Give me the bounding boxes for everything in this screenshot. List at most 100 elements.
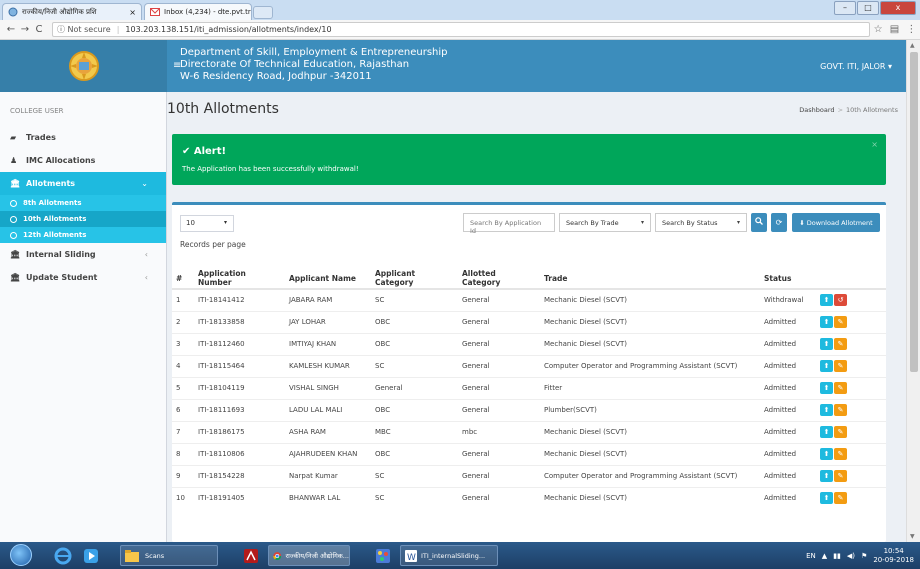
edit-button[interactable]: ✎ [834,426,847,438]
paint-icon[interactable] [372,545,394,566]
cell-applicant-name: LADU LAL MALI [285,398,371,421]
cell-row-number: 6 [172,398,194,421]
cell-allotted-category: General [458,464,540,487]
tab-close-icon[interactable]: × [125,8,136,17]
close-window-button[interactable]: x [880,1,916,15]
logo[interactable] [0,40,167,92]
edit-button[interactable]: ✎ [834,448,847,460]
upload-button[interactable]: ⬆ [820,470,833,482]
upload-button[interactable]: ⬆ [820,316,833,328]
edit-button[interactable]: ✎ [834,492,847,505]
alert-message: The Application has been successfully wi… [182,165,359,173]
taskbar-task-word[interactable]: W ITI_internalSliding... [400,545,498,566]
tray-expand-icon[interactable]: ▲ [822,552,827,560]
taskbar-task-chrome[interactable]: राज्कीय/निजी औद्योगिक... [268,545,350,566]
edit-button[interactable]: ✎ [834,360,847,372]
maximize-button[interactable]: □ [857,1,879,15]
acrobat-icon[interactable] [240,545,262,566]
menu-icon[interactable]: ⋮ [906,24,916,35]
upload-button[interactable]: ⬆ [820,338,833,350]
cell-application-number: ITI-18111693 [194,398,285,421]
scroll-down-icon[interactable]: ▼ [910,533,915,540]
upload-button[interactable]: ⬆ [820,360,833,372]
table-row: 4 ITI-18115464 KAMLESH KUMAR SC General Compu… [172,354,886,377]
user-menu-dropdown[interactable]: GOVT. ITI, JALOR ▾ [820,62,892,71]
upload-button[interactable]: ⬆ [820,382,833,394]
institution-icon: 🏛 [10,250,21,259]
url-input[interactable]: ⓘ Not secure | 103.203.138.151/iti_admis… [52,22,870,37]
allotments-table: # Application Number Applicant Name Appl… [172,268,886,509]
back-icon[interactable]: ← [4,24,18,35]
reload-icon[interactable]: C [32,24,46,35]
extension-icon[interactable]: ▤ [890,24,899,35]
media-player-icon[interactable] [80,545,102,566]
search-trade-select[interactable]: Search By Trade ▾ [559,213,651,232]
scrollbar-thumb[interactable] [910,52,918,372]
clock-time: 10:54 [883,546,904,555]
forward-icon[interactable]: → [18,24,32,35]
taskbar-task-scans[interactable]: Scans [120,545,218,566]
sidebar-item-internal-sliding[interactable]: 🏛 Internal Sliding ‹ [0,243,166,266]
cell-applicant-name: IMTIYAJ KHAN [285,332,371,355]
palette-icon [376,548,390,563]
upload-button[interactable]: ⬆ [820,294,833,307]
undo-withdrawal-button[interactable]: ↺ [834,294,847,307]
cell-actions: ⬆ ↺ [816,288,886,311]
edit-button[interactable]: ✎ [834,316,847,328]
search-status-select[interactable]: Search By Status ▾ [655,213,747,232]
breadcrumb-current: 10th Allotments [846,106,898,114]
flag-icon[interactable]: ⚑ [861,552,867,560]
ie-icon[interactable] [52,545,74,566]
minimize-button[interactable]: – [834,1,856,15]
cell-trade: Mechanic Diesel (SCVT) [540,442,760,465]
sidebar-subitem-10th-allotments[interactable]: 10th Allotments [0,211,166,227]
tab-title: Inbox (4,234) - dte.pvt.tra [164,8,252,16]
network-icon[interactable]: ▮▮ [833,552,841,560]
page-length-select[interactable]: 10 ▾ [180,215,234,232]
alert-close-icon[interactable]: × [871,140,878,149]
breadcrumb-dashboard[interactable]: Dashboard [799,106,834,114]
sidebar-subitem-8th-allotments[interactable]: 8th Allotments [0,195,166,211]
upload-button[interactable]: ⬆ [820,492,833,505]
browser-tab-iti[interactable]: राज्कीय/निजी औद्योगिक प्रशि × [2,3,142,20]
sidebar-item-trades[interactable]: ▰ Trades [0,126,166,149]
sidebar-item-update-student[interactable]: 🏛 Update Student ‹ [0,266,166,289]
start-button[interactable] [10,544,32,566]
cell-row-number: 3 [172,332,194,355]
search-button[interactable] [751,213,767,232]
edit-button[interactable]: ✎ [834,470,847,482]
cell-applicant-category: SC [371,288,458,311]
upload-button[interactable]: ⬆ [820,426,833,438]
sidebar-item-allotments[interactable]: 🏛 Allotments ⌄ [0,172,166,195]
star-icon[interactable]: ☆ [874,24,883,35]
breadcrumb: Dashboard >10th Allotments [799,106,898,114]
upload-button[interactable]: ⬆ [820,448,833,460]
edit-button[interactable]: ✎ [834,338,847,350]
cell-status: Admitted [760,442,816,465]
cell-row-number: 1 [172,288,194,311]
cell-trade: Mechanic Diesel (SCVT) [540,332,760,355]
table-row: 1 ITI-18141412 JABARA RAM SC General Mechanic… [172,288,886,311]
sidebar-subitem-12th-allotments[interactable]: 12th Allotments [0,227,166,243]
download-allotment-button[interactable]: ⬇ Download Allotment [792,213,880,232]
allotments-panel: 10 ▾ Records per page Search By Applicat… [172,202,886,542]
volume-icon[interactable]: ◀) [847,552,855,560]
sidebar-item-label: IMC Allocations [26,156,96,165]
circle-icon [10,231,17,239]
browser-tab-inbox[interactable]: Inbox (4,234) - dte.pvt.tra × [144,3,252,20]
cell-actions: ⬆ ✎ [816,420,886,443]
cell-applicant-category: MBC [371,420,458,443]
not-secure-indicator[interactable]: ⓘ Not secure [57,24,111,35]
clock[interactable]: 10:54 20-09-2018 [873,547,914,565]
language-indicator[interactable]: EN [806,552,816,560]
cell-trade: Plumber(SCVT) [540,398,760,421]
edit-button[interactable]: ✎ [834,404,847,416]
edit-button[interactable]: ✎ [834,382,847,394]
upload-button[interactable]: ⬆ [820,404,833,416]
sidebar-item-imc-allocations[interactable]: ♟ IMC Allocations [0,149,166,172]
search-application-input[interactable]: Search By Application Id [463,213,555,235]
scroll-up-icon[interactable]: ▲ [910,42,915,49]
new-tab-button[interactable] [253,6,273,19]
refresh-button[interactable]: ⟳ [771,213,787,232]
page-scrollbar[interactable]: ▲ ▼ [906,40,920,542]
